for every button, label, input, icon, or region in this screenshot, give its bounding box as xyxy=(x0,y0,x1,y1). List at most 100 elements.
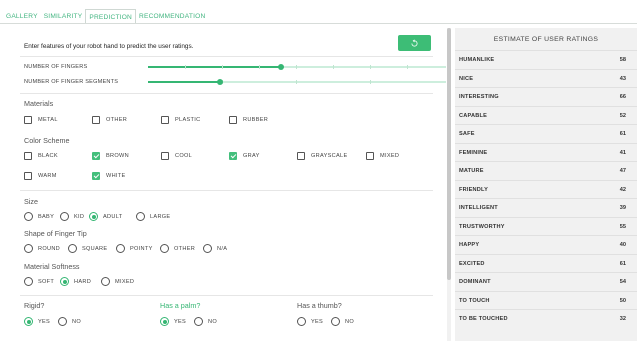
scrollbar-thumb[interactable] xyxy=(447,28,451,280)
color-white[interactable]: WHITE xyxy=(92,172,126,180)
palm-no[interactable]: NO xyxy=(194,317,217,326)
tab-similarity[interactable]: SIMILARITY xyxy=(41,9,86,24)
color-warm[interactable]: WARM xyxy=(24,172,57,180)
refresh-button[interactable] xyxy=(398,35,431,51)
tip-na[interactable]: N/A xyxy=(203,244,227,253)
radio[interactable] xyxy=(136,212,145,221)
palm-yes[interactable]: YES xyxy=(160,317,186,326)
slider-tick xyxy=(370,65,371,69)
slider-fill xyxy=(148,81,221,83)
tab-gallery[interactable]: GALLERY xyxy=(3,9,41,24)
radio[interactable] xyxy=(60,277,69,286)
thumb-yes[interactable]: YES xyxy=(297,317,323,326)
radio[interactable] xyxy=(24,244,33,253)
thumb-no[interactable]: NO xyxy=(331,317,354,326)
radio[interactable] xyxy=(331,317,340,326)
checkbox[interactable] xyxy=(24,152,32,160)
radio[interactable] xyxy=(160,317,169,326)
tab-recommendation[interactable]: RECOMMENDATION xyxy=(136,9,208,24)
softness-soft[interactable]: SOFT xyxy=(24,277,54,286)
checkbox[interactable] xyxy=(24,116,32,124)
slider-track[interactable] xyxy=(148,64,446,70)
material-other[interactable]: OTHER xyxy=(92,116,127,124)
ratings-divider xyxy=(455,216,637,218)
slider-number-of-finger-segments: NUMBER OF FINGER SEGMENTS xyxy=(24,77,446,87)
prediction-page: GALLERY SIMILARITY PREDICTION RECOMMENDA… xyxy=(0,0,637,341)
radio[interactable] xyxy=(24,277,33,286)
radio[interactable] xyxy=(89,212,98,221)
rating-value: 52 xyxy=(619,112,626,119)
radio[interactable] xyxy=(160,244,169,253)
color-mixed[interactable]: MIXED xyxy=(366,152,399,160)
softness-mixed[interactable]: MIXED xyxy=(101,277,134,286)
option-label: LARGE xyxy=(150,213,171,220)
rating-label: INTERESTING xyxy=(459,94,499,100)
divider xyxy=(20,93,433,94)
material-rubber[interactable]: RUBBER xyxy=(229,116,268,124)
color-cool[interactable]: COOL xyxy=(161,152,192,160)
tip-square[interactable]: SQUARE xyxy=(68,244,107,253)
radio[interactable] xyxy=(101,277,110,286)
rigid-yes[interactable]: YES xyxy=(24,317,50,326)
tab-prediction[interactable]: PREDICTION xyxy=(85,8,137,24)
rating-row: TO BE TOUCHED 32 xyxy=(455,311,637,329)
rating-row: TO TOUCH 50 xyxy=(455,293,637,311)
size-kid[interactable]: KID xyxy=(60,212,84,221)
radio[interactable] xyxy=(203,244,212,253)
tip-round[interactable]: ROUND xyxy=(24,244,60,253)
checkbox[interactable] xyxy=(229,152,237,160)
radio[interactable] xyxy=(24,317,33,326)
size-large[interactable]: LARGE xyxy=(136,212,170,221)
tip-other[interactable]: OTHER xyxy=(160,244,195,253)
material-plastic[interactable]: PLASTIC xyxy=(161,116,200,124)
slider-thumb[interactable] xyxy=(277,64,284,70)
rating-label: TRUSTWORTHY xyxy=(459,223,505,230)
tip-pointy[interactable]: POINTY xyxy=(116,244,153,253)
radio[interactable] xyxy=(60,212,69,221)
checkbox[interactable] xyxy=(366,152,374,160)
radio[interactable] xyxy=(297,317,306,326)
size-title: Size xyxy=(24,197,38,206)
ratings-divider xyxy=(455,253,637,255)
rating-value: 40 xyxy=(619,242,626,248)
color-brown[interactable]: BROWN xyxy=(92,152,129,160)
ratings-panel: ESTIMATE OF USER RATINGS HUMANLIKE 58 NICE… xyxy=(455,28,637,341)
checkbox[interactable] xyxy=(24,172,32,180)
radio[interactable] xyxy=(58,317,67,326)
checkbox[interactable] xyxy=(161,116,169,124)
rating-label: DOMINANT xyxy=(459,279,491,285)
divider xyxy=(20,56,433,57)
rating-value: 43 xyxy=(619,75,626,82)
slider-fill xyxy=(148,66,281,68)
option-label: RUBBER xyxy=(243,117,269,123)
option-label: NO xyxy=(208,318,217,325)
size-adult[interactable]: ADULT xyxy=(89,212,122,221)
radio[interactable] xyxy=(194,317,203,326)
checkbox[interactable] xyxy=(92,172,100,180)
option-label: ADULT xyxy=(103,213,123,220)
checkbox[interactable] xyxy=(297,152,305,160)
rigid-no[interactable]: NO xyxy=(58,317,81,326)
rating-value: 41 xyxy=(619,149,626,156)
divider xyxy=(20,190,433,191)
rating-value: 39 xyxy=(619,205,626,211)
checkbox[interactable] xyxy=(92,116,100,124)
checkbox[interactable] xyxy=(229,116,237,124)
rating-row: HAPPY 40 xyxy=(455,237,637,255)
rating-label: HUMANLIKE xyxy=(459,57,495,63)
slider-thumb[interactable] xyxy=(217,79,224,85)
radio[interactable] xyxy=(68,244,77,253)
checkbox[interactable] xyxy=(161,152,169,160)
checkbox[interactable] xyxy=(92,152,100,160)
material-metal[interactable]: METAL xyxy=(24,116,58,124)
size-baby[interactable]: BABY xyxy=(24,212,54,221)
radio[interactable] xyxy=(24,212,33,221)
slider-number-of-fingers: NUMBER OF FINGERS xyxy=(24,62,446,72)
color-gray[interactable]: GRAY xyxy=(229,152,260,160)
color-black[interactable]: BLACK xyxy=(24,152,58,160)
softness-hard[interactable]: HARD xyxy=(60,277,91,286)
radio[interactable] xyxy=(116,244,125,253)
rating-row: HUMANLIKE 58 xyxy=(455,52,637,70)
slider-track[interactable] xyxy=(148,79,446,85)
color-grayscale[interactable]: GRAYSCALE xyxy=(297,152,347,160)
